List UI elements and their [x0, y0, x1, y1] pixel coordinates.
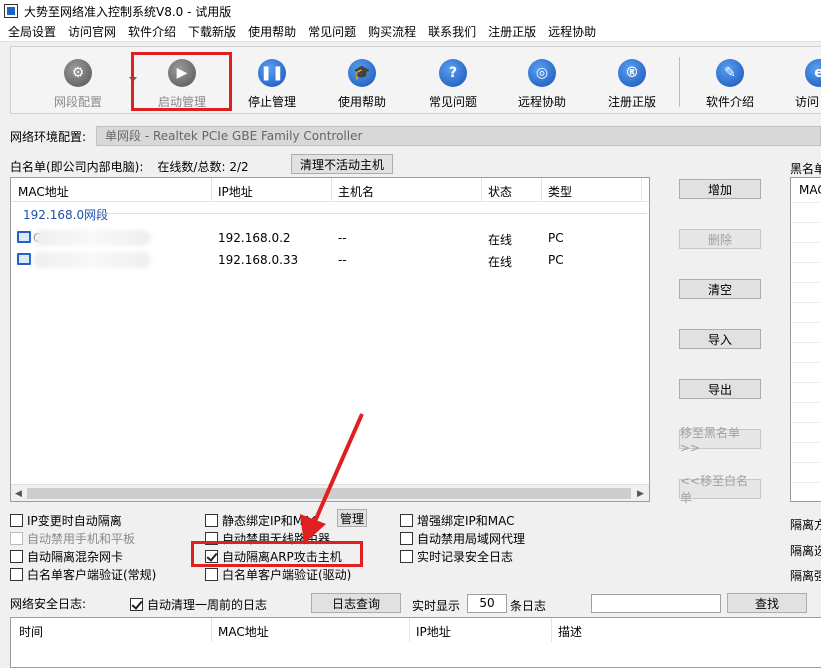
col-mac[interactable]: MAC地址: [18, 183, 69, 200]
app-icon: [4, 4, 18, 18]
menu-download[interactable]: 下载新版: [188, 23, 236, 40]
network-env-row: 网络环境配置: 单网段 - Realtek PCIe GBE Family Co…: [10, 126, 821, 146]
realtime-label: 实时显示: [412, 599, 461, 613]
annotation-arrow-icon: [300, 413, 364, 544]
menu-global-settings[interactable]: 全局设置: [8, 23, 56, 40]
computer-icon: [17, 231, 31, 243]
group-label: 192.168.0网段: [23, 208, 109, 222]
table-row[interactable]: 192.168.0.33 -- 在线 PC: [11, 250, 649, 270]
move-to-blacklist-button[interactable]: 移至黑名单>>: [679, 426, 761, 455]
log-col-desc[interactable]: 描述: [558, 623, 582, 640]
redacted-mac: [33, 252, 151, 268]
segment-config-button[interactable]: ⚙ 网段配置: [33, 55, 123, 111]
menu-contact[interactable]: 联系我们: [428, 23, 476, 40]
scroll-right-icon[interactable]: ▶: [637, 489, 644, 499]
delete-button[interactable]: 删除: [679, 229, 761, 249]
web-icon: e: [805, 59, 821, 87]
row-host: --: [338, 253, 347, 267]
stop-management-button[interactable]: ❚❚ 停止管理: [227, 55, 317, 111]
group-divider: [107, 213, 647, 214]
row-ip: 192.168.0.33: [218, 253, 299, 267]
auto-clear-log-checkbox[interactable]: 自动清理一周前的日志: [130, 596, 267, 613]
log-col-ip[interactable]: IP地址: [416, 623, 451, 640]
log-table[interactable]: 时间 MAC地址 IP地址 描述: [10, 617, 821, 668]
add-button[interactable]: 增加: [679, 179, 761, 199]
visit-button[interactable]: e 访问: [775, 55, 821, 111]
title-bar: 大势至网络准入控制系统V8.0 - 试用版: [0, 0, 821, 22]
window-title: 大势至网络准入控制系统V8.0 - 试用版: [24, 4, 232, 19]
highlight-box: [131, 52, 232, 111]
enhanced-bind-checkbox[interactable]: 增强绑定IP和MAC: [400, 512, 515, 529]
menu-remote[interactable]: 远程协助: [548, 23, 596, 40]
pause-icon: ❚❚: [258, 59, 286, 87]
log-unit-label: 条日志: [510, 599, 547, 613]
faq-button[interactable]: ? 常见问题: [408, 55, 498, 111]
registered-icon: ®: [618, 59, 646, 87]
clear-inactive-button[interactable]: 清理不活动主机: [291, 154, 393, 174]
software-intro-button[interactable]: ✎ 软件介绍: [685, 55, 775, 111]
menu-purchase[interactable]: 购买流程: [368, 23, 416, 40]
computer-icon: [17, 253, 31, 265]
toolbar-separator: [679, 57, 680, 107]
disable-lan-proxy-checkbox[interactable]: 自动禁用局域网代理: [400, 530, 525, 547]
realtime-security-log-checkbox[interactable]: 实时记录安全日志: [400, 548, 513, 565]
blacklist-title: 黑名单: [790, 162, 821, 176]
whitelist-title: 白名单(即公司内部电脑):: [10, 159, 144, 174]
find-button[interactable]: 查找: [727, 593, 807, 613]
col-type[interactable]: 类型: [548, 183, 572, 200]
table-row[interactable]: C 192.168.0.2 -- 在线 PC: [11, 228, 649, 248]
table-header: MAC地址 IP地址 主机名 状态 类型: [11, 178, 649, 202]
whitelist-client-verify-checkbox[interactable]: 白名单客户端验证(常规): [10, 566, 156, 583]
graduation-cap-icon: 🎓: [348, 59, 376, 87]
network-env-label: 网络环境配置:: [10, 129, 87, 144]
isolate-promiscuous-checkbox[interactable]: 自动隔离混杂网卡: [10, 548, 123, 565]
log-count-input[interactable]: 50: [467, 594, 507, 613]
ip-change-isolate-checkbox[interactable]: IP变更时自动隔离: [10, 512, 122, 529]
row-type: PC: [548, 253, 564, 267]
isolate-strength-label: 隔离强: [790, 569, 821, 583]
col-host[interactable]: 主机名: [338, 183, 374, 200]
log-title: 网络安全日志:: [10, 596, 87, 611]
edit-icon: ✎: [716, 59, 744, 87]
col-status[interactable]: 状态: [488, 183, 512, 200]
col-ip[interactable]: IP地址: [218, 183, 253, 200]
log-col-time[interactable]: 时间: [19, 623, 43, 640]
question-icon: ?: [439, 59, 467, 87]
disable-mobile-checkbox[interactable]: 自动禁用手机和平板: [10, 530, 135, 547]
menu-faq[interactable]: 常见问题: [308, 23, 356, 40]
isolate-option-label: 隔离选: [790, 544, 821, 558]
isolate-method-label: 隔离方: [790, 518, 821, 532]
menu-software-intro[interactable]: 软件介绍: [128, 23, 176, 40]
row-ip: 192.168.0.2: [218, 231, 291, 245]
move-to-whitelist-button[interactable]: <<移至白名单: [679, 474, 761, 505]
online-count: 在线数/总数: 2/2: [157, 159, 249, 174]
blacklist-table[interactable]: MAC: [790, 177, 821, 502]
import-button[interactable]: 导入: [679, 329, 761, 349]
remote-assist-button[interactable]: ◎ 远程协助: [497, 55, 587, 111]
whitelist-header: 白名单(即公司内部电脑): 在线数/总数: 2/2: [10, 156, 249, 176]
row-host: --: [338, 231, 347, 245]
gear-icon: ⚙: [64, 59, 92, 87]
register-button[interactable]: ® 注册正版: [587, 55, 677, 111]
clear-button[interactable]: 清空: [679, 279, 761, 299]
log-query-button[interactable]: 日志查询: [311, 593, 401, 613]
help-button[interactable]: 🎓 使用帮助: [317, 55, 407, 111]
row-type: PC: [548, 231, 564, 245]
menu-visit-site[interactable]: 访问官网: [68, 23, 116, 40]
network-env-select[interactable]: 单网段 - Realtek PCIe GBE Family Controller: [96, 126, 821, 146]
log-col-mac[interactable]: MAC地址: [218, 623, 269, 640]
globe-icon: ◎: [528, 59, 556, 87]
menu-help[interactable]: 使用帮助: [248, 23, 296, 40]
log-search-input[interactable]: [591, 594, 721, 613]
row-status: 在线: [488, 233, 513, 247]
export-button[interactable]: 导出: [679, 379, 761, 399]
whitelist-driver-verify-checkbox[interactable]: 白名单客户端验证(驱动): [205, 566, 351, 583]
redacted-mac: [33, 230, 151, 246]
log-header: 网络安全日志:: [10, 593, 86, 613]
menu-register[interactable]: 注册正版: [488, 23, 536, 40]
row-status: 在线: [488, 255, 513, 269]
scroll-left-icon[interactable]: ◀: [15, 489, 22, 499]
blacklist-col-mac: MAC: [799, 183, 821, 197]
menu-bar: 全局设置 访问官网 软件介绍 下载新版 使用帮助 常见问题 购买流程 联系我们 …: [0, 22, 821, 42]
